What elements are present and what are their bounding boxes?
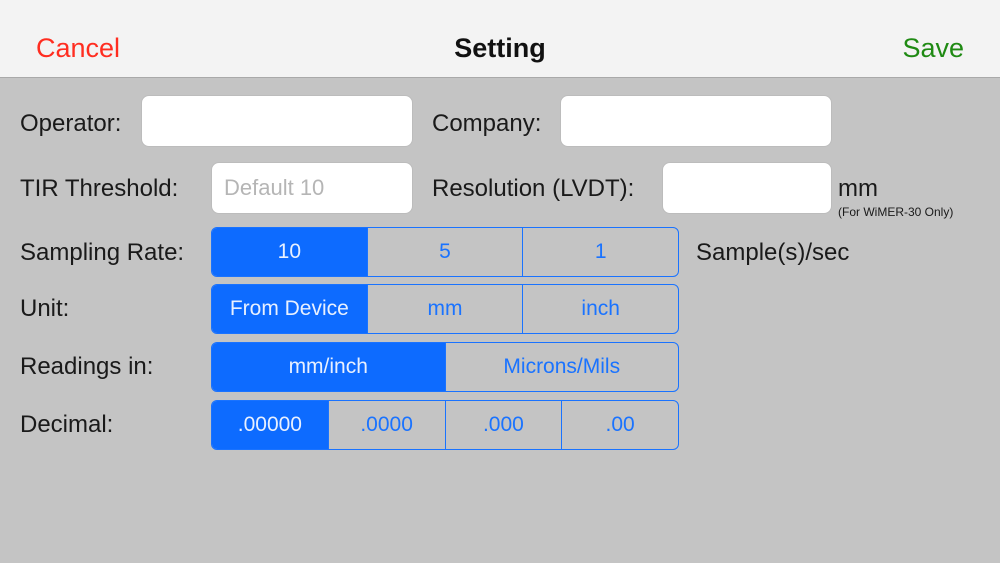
tir-threshold-label: TIR Threshold: — [20, 175, 179, 202]
readings-option-microns-mils[interactable]: Microns/Mils — [444, 343, 679, 391]
sampling-rate-option-5[interactable]: 5 — [366, 228, 523, 276]
unit-segmented-control: From Device mm inch — [211, 284, 679, 334]
sampling-rate-option-1[interactable]: 1 — [522, 228, 678, 276]
decimal-option-5[interactable]: .00000 — [212, 401, 328, 449]
decimal-option-3[interactable]: .000 — [444, 401, 562, 449]
resolution-unit-label: mm — [838, 175, 878, 202]
unit-option-inch[interactable]: inch — [522, 285, 678, 333]
sampling-rate-unit-label: Sample(s)/sec — [696, 239, 850, 266]
unit-label: Unit: — [20, 295, 70, 322]
tir-threshold-field[interactable] — [211, 162, 413, 214]
readings-in-label: Readings in: — [20, 353, 154, 380]
operator-field[interactable] — [141, 95, 413, 147]
company-label: Company: — [432, 110, 542, 137]
page-title: Setting — [454, 33, 546, 63]
decimal-option-4[interactable]: .0000 — [327, 401, 445, 449]
resolution-field[interactable] — [662, 162, 832, 214]
sampling-rate-option-10[interactable]: 10 — [212, 228, 367, 276]
unit-option-mm[interactable]: mm — [366, 285, 523, 333]
operator-label: Operator: — [20, 110, 122, 137]
decimal-option-2[interactable]: .00 — [561, 401, 678, 449]
company-field[interactable] — [560, 95, 832, 147]
decimal-label: Decimal: — [20, 411, 114, 438]
sampling-rate-label: Sampling Rate: — [20, 239, 185, 266]
cancel-button[interactable]: Cancel — [36, 30, 120, 66]
navigation-bar: Setting Cancel Save — [0, 0, 1000, 78]
sampling-rate-segmented-control: 10 5 1 — [211, 227, 679, 277]
unit-option-from-device[interactable]: From Device — [212, 285, 367, 333]
resolution-note: (For WiMER-30 Only) — [838, 205, 954, 219]
readings-segmented-control: mm/inch Microns/Mils — [211, 342, 679, 392]
readings-option-mm-inch[interactable]: mm/inch — [212, 343, 445, 391]
save-button[interactable]: Save — [902, 30, 964, 66]
resolution-label: Resolution (LVDT): — [432, 175, 635, 202]
decimal-segmented-control: .00000 .0000 .000 .00 — [211, 400, 679, 450]
